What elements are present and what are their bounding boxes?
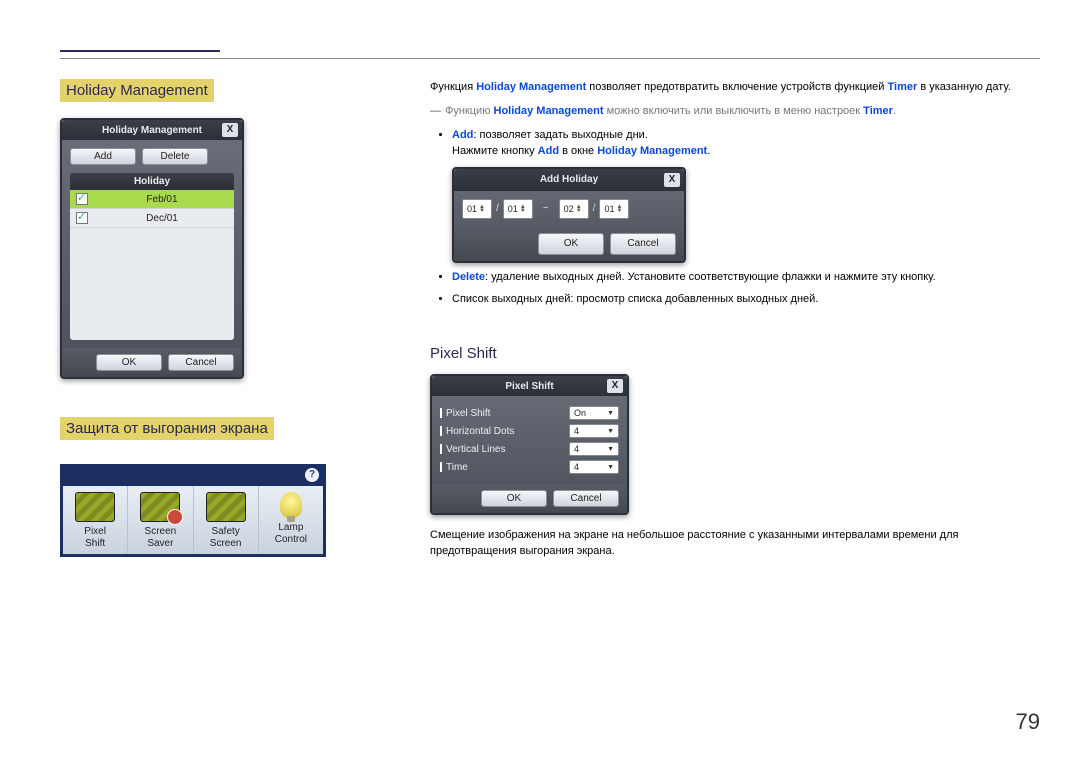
- icon-row: PixelShift ScreenSaver SafetyScreen: [63, 486, 323, 554]
- term-timer: Timer: [888, 81, 918, 93]
- help-icon[interactable]: ?: [305, 468, 319, 482]
- add-button[interactable]: Add: [70, 148, 136, 165]
- term-delete: Delete: [452, 271, 485, 283]
- ok-button[interactable]: OK: [538, 233, 604, 255]
- list-item[interactable]: Dec/01: [70, 209, 234, 228]
- screen-protection-panel: ? PixelShift ScreenSaver SafetyScreen: [60, 464, 326, 557]
- section-heading-holiday: Holiday Management: [60, 79, 214, 102]
- intro-paragraph: Функция Holiday Management позволяет пре…: [430, 79, 1030, 95]
- dialog-title: Pixel Shift: [452, 381, 607, 392]
- lamp-icon: [280, 492, 302, 518]
- term-add: Add: [452, 129, 473, 141]
- safety-screen-icon-cell[interactable]: SafetyScreen: [194, 486, 259, 554]
- term-holiday-management: Holiday Management: [476, 81, 586, 93]
- setting-label: Horizontal Dots: [440, 426, 514, 437]
- holiday-date: Dec/01: [96, 213, 228, 224]
- icon-label: LampControl: [261, 522, 321, 546]
- ok-button[interactable]: OK: [481, 490, 547, 507]
- holiday-date: Feb/01: [96, 194, 228, 205]
- delete-button[interactable]: Delete: [142, 148, 208, 165]
- screen-saver-icon-cell[interactable]: ScreenSaver: [128, 486, 193, 554]
- month-end-spinner[interactable]: 02▲▼: [559, 199, 589, 219]
- term-timer: Timer: [863, 105, 893, 117]
- range-separator: ~: [543, 201, 549, 217]
- holiday-list: Feb/01 Dec/01: [70, 190, 234, 340]
- pixel-shift-dropdown[interactable]: On▼: [569, 406, 619, 420]
- date-range-row: 01▲▼ / 01▲▼ ~ 02▲▼ / 01▲▼: [462, 199, 676, 219]
- icon-label: PixelShift: [65, 526, 125, 550]
- dialog-title-bar: Holiday Management X: [62, 120, 242, 140]
- note-paragraph: ―Функцию Holiday Management можно включи…: [430, 103, 1030, 119]
- close-icon[interactable]: X: [607, 379, 623, 393]
- day-start-spinner[interactable]: 01▲▼: [503, 199, 533, 219]
- icon-label: SafetyScreen: [196, 526, 256, 550]
- icon-label: ScreenSaver: [130, 526, 190, 550]
- dialog-title-bar: Pixel Shift X: [432, 376, 627, 396]
- cancel-button[interactable]: Cancel: [553, 490, 619, 507]
- dialog-title: Add Holiday: [474, 172, 664, 188]
- columns: Holiday Management Holiday Management X …: [60, 79, 1040, 567]
- setting-label: Pixel Shift: [440, 408, 490, 419]
- setting-row: Time 4▼: [440, 458, 619, 476]
- setting-row: Horizontal Dots 4▼: [440, 422, 619, 440]
- dialog-footer: OK Cancel: [62, 348, 242, 377]
- pixel-shift-dialog: Pixel Shift X Pixel Shift On▼ Horizontal…: [430, 374, 629, 515]
- pixel-shift-heading: Pixel Shift: [430, 345, 1030, 362]
- pixel-shift-icon-cell[interactable]: PixelShift: [63, 486, 128, 554]
- dialog-footer: OK Cancel: [454, 227, 684, 261]
- screen-saver-icon: [140, 492, 180, 522]
- cancel-button[interactable]: Cancel: [168, 354, 234, 371]
- add-holiday-dialog: Add Holiday X 01▲▼ / 01▲▼ ~ 02▲▼ /: [452, 167, 686, 263]
- setting-row: Pixel Shift On▼: [440, 404, 619, 422]
- section-block: Защита от выгорания экрана ? PixelShift …: [60, 417, 390, 557]
- safety-screen-icon: [206, 492, 246, 522]
- term-holiday-management: Holiday Management: [597, 145, 707, 157]
- pixel-shift-icon: [75, 492, 115, 522]
- checkbox-icon[interactable]: [76, 212, 88, 224]
- cancel-button[interactable]: Cancel: [610, 233, 676, 255]
- left-column: Holiday Management Holiday Management X …: [60, 79, 390, 567]
- term-add: Add: [538, 145, 559, 157]
- bullet-list: Add: позволяет задать выходные дни. Нажм…: [430, 127, 1030, 307]
- holiday-top-buttons: Add Delete: [70, 148, 234, 165]
- dialog-body: Pixel Shift On▼ Horizontal Dots 4▼ Verti…: [432, 396, 627, 484]
- holiday-management-dialog: Holiday Management X Add Delete Holiday …: [60, 118, 244, 379]
- page: Holiday Management Holiday Management X …: [0, 0, 1080, 567]
- dialog-footer: OK Cancel: [432, 484, 627, 513]
- list-item[interactable]: Feb/01: [70, 190, 234, 209]
- pixel-shift-description: Смещение изображения на экране на неболь…: [430, 527, 1030, 559]
- dialog-body: Add Delete Holiday Feb/01 Dec/01: [62, 140, 242, 348]
- checkbox-icon[interactable]: [76, 193, 88, 205]
- month-start-spinner[interactable]: 01▲▼: [462, 199, 492, 219]
- horizontal-rule: [60, 58, 1040, 59]
- section-heading-burnin: Защита от выгорания экрана: [60, 417, 274, 440]
- ok-button[interactable]: OK: [96, 354, 162, 371]
- vertical-lines-dropdown[interactable]: 4▼: [569, 442, 619, 456]
- list-item: Delete: удаление выходных дней. Установи…: [452, 269, 1030, 285]
- close-icon[interactable]: X: [664, 173, 680, 187]
- close-icon[interactable]: X: [222, 123, 238, 137]
- setting-row: Vertical Lines 4▼: [440, 440, 619, 458]
- time-dropdown[interactable]: 4▼: [569, 460, 619, 474]
- list-item: Add: позволяет задать выходные дни. Нажм…: [452, 127, 1030, 263]
- separator: /: [593, 201, 596, 217]
- top-rule: [60, 50, 220, 52]
- list-item: Список выходных дней: просмотр списка до…: [452, 291, 1030, 307]
- dialog-title: Holiday Management: [82, 125, 222, 136]
- term-holiday-management: Holiday Management: [494, 105, 604, 117]
- day-end-spinner[interactable]: 01▲▼: [599, 199, 629, 219]
- page-number: 79: [1016, 709, 1040, 735]
- horizontal-dots-dropdown[interactable]: 4▼: [569, 424, 619, 438]
- setting-label: Vertical Lines: [440, 444, 505, 455]
- setting-label: Time: [440, 462, 468, 473]
- lamp-control-icon-cell[interactable]: LampControl: [259, 486, 323, 554]
- dialog-title-bar: Add Holiday X: [454, 169, 684, 191]
- holiday-column-header: Holiday: [70, 173, 234, 190]
- right-column: Функция Holiday Management позволяет пре…: [430, 79, 1040, 567]
- separator: /: [496, 201, 499, 217]
- pixel-shift-section: Pixel Shift Pixel Shift X Pixel Shift On…: [430, 345, 1030, 559]
- dialog-body: 01▲▼ / 01▲▼ ~ 02▲▼ / 01▲▼: [454, 191, 684, 227]
